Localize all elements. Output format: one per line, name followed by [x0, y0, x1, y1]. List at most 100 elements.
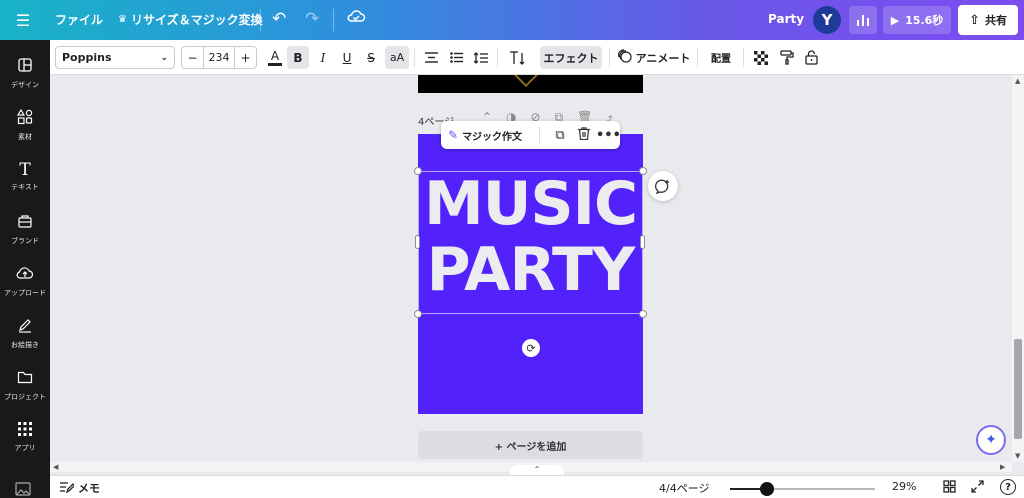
folder-icon [17, 369, 33, 388]
sidebar-item-projects[interactable]: プロジェクト [0, 360, 50, 410]
cloud-saved-icon[interactable] [346, 8, 366, 24]
text-direction-icon[interactable] [505, 46, 529, 69]
scroll-down-icon[interactable]: ▼ [1015, 452, 1020, 460]
resize-label: リサイズ＆マジック変換 [130, 13, 263, 27]
text-color-icon: A [270, 48, 280, 63]
scroll-left-icon[interactable]: ◀ [53, 463, 58, 471]
sidebar-item-label: ブランド [11, 236, 39, 245]
floating-context-toolbar: ✎ マジック作文 ⧉ ••• [441, 121, 621, 149]
divider [697, 48, 698, 67]
sidebar-item-brand[interactable]: ブランド [0, 204, 50, 254]
divider [539, 127, 540, 143]
list-icon[interactable] [445, 46, 467, 69]
notes-label: メモ [78, 482, 100, 495]
selection-box [418, 171, 643, 314]
resize-handle-top-left[interactable] [414, 167, 422, 175]
animate-icon [617, 49, 632, 66]
document-title[interactable]: Party [768, 12, 804, 26]
vertical-scroll-thumb[interactable] [1014, 339, 1022, 439]
bold-button[interactable]: B [287, 46, 309, 69]
sidebar-item-design[interactable]: デザイン [0, 48, 50, 98]
align-center-icon[interactable] [420, 46, 442, 69]
sidebar-item-draw[interactable]: お絵描き [0, 308, 50, 358]
sidebar-item-text[interactable]: T テキスト [0, 152, 50, 202]
font-family-select[interactable]: Poppins ⌄ [55, 46, 175, 69]
page-count[interactable]: 4/4ページ [659, 480, 709, 496]
font-size-decrease-button[interactable]: − [182, 47, 204, 68]
divider [260, 9, 261, 31]
zoom-level[interactable]: 29% [892, 480, 916, 493]
zoom-slider-handle[interactable] [759, 482, 774, 496]
scroll-right-icon[interactable]: ▶ [1000, 463, 1005, 471]
image-icon[interactable] [15, 482, 31, 498]
font-size-input[interactable]: 234 [204, 47, 234, 68]
italic-button[interactable]: I [312, 46, 334, 69]
top-bar: ☰ ファイル ♛ リサイズ＆マジック変換 ↶ ↷ Party Y ▶ 15.6秒… [0, 0, 1024, 40]
add-page-button[interactable]: + ページを追加 [418, 431, 643, 459]
underline-button[interactable]: U [336, 46, 358, 69]
trash-icon[interactable] [572, 126, 596, 144]
text-icon: T [19, 160, 31, 180]
font-size-stepper: − 234 + [181, 46, 257, 69]
share-button[interactable]: ⇧ 共有 [958, 5, 1018, 35]
position-button[interactable]: 配置 [706, 46, 736, 69]
chevron-down-icon: ⌄ [160, 52, 168, 63]
sidebar-item-upload[interactable]: アップロード [0, 256, 50, 306]
grid-view-icon[interactable] [943, 480, 956, 493]
sidebar-item-elements[interactable]: 素材 [0, 100, 50, 150]
paint-roller-icon[interactable] [776, 46, 798, 69]
notes-icon [60, 481, 76, 496]
magic-write-button[interactable]: ✎ マジック作文 [441, 128, 539, 143]
undo-icon[interactable]: ↶ [272, 9, 286, 29]
divider [609, 48, 610, 67]
fullscreen-icon[interactable] [971, 480, 984, 493]
lock-icon[interactable] [800, 46, 822, 69]
avatar[interactable]: Y [813, 6, 841, 34]
crown-icon: ♛ [118, 14, 127, 25]
previous-page-graphic [512, 75, 540, 93]
case-button[interactable]: aA [385, 46, 409, 69]
insights-icon[interactable] [849, 6, 877, 34]
line-spacing-icon[interactable] [470, 46, 492, 69]
sidebar-item-label: デザイン [11, 80, 39, 89]
rotate-icon[interactable]: ⟳ [522, 339, 540, 357]
strikethrough-button[interactable]: S [360, 46, 382, 69]
resize-handle-bottom-right[interactable] [639, 310, 647, 318]
present-button[interactable]: ▶ 15.6秒 [883, 6, 951, 34]
sidebar-item-apps[interactable]: アプリ [0, 412, 50, 462]
add-comment-icon[interactable] [648, 171, 678, 201]
transparency-icon[interactable] [750, 46, 772, 69]
share-icon: ⇧ [969, 12, 980, 28]
resize-handle-right[interactable] [640, 235, 645, 249]
animate-label: アニメート [635, 51, 691, 65]
duplicate-icon[interactable]: ⧉ [548, 128, 572, 143]
text-color-button[interactable]: A [265, 46, 285, 69]
resize-magic-button[interactable]: ♛ リサイズ＆マジック変換 [118, 11, 263, 28]
left-sidebar: デザイン 素材 T テキスト ブランド アップロード お絵描き プロジェクト ア… [0, 40, 50, 498]
menu-icon[interactable]: ☰ [12, 10, 34, 30]
resize-handle-bottom-left[interactable] [414, 310, 422, 318]
help-icon[interactable]: ? [1000, 479, 1016, 495]
file-menu-button[interactable]: ファイル [55, 11, 103, 28]
divider [497, 48, 498, 67]
notes-button[interactable]: メモ [60, 480, 100, 496]
magic-assistant-icon[interactable]: ✦ [976, 425, 1006, 455]
magic-write-label: マジック作文 [462, 131, 523, 143]
canvas-area[interactable]: 4ページ - ⌃◑⊘⧉🗑⤴ MUSIC PARTY ⟳ ✎ マジック作文 ⧉ •… [50, 75, 1012, 462]
resize-handle-left[interactable] [415, 235, 420, 249]
sidebar-item-label: テキスト [11, 183, 39, 191]
scroll-up-icon[interactable]: ▲ [1015, 77, 1020, 85]
divider [333, 9, 334, 31]
vertical-scrollbar[interactable]: ▲ ▼ [1012, 75, 1024, 462]
redo-icon[interactable]: ↷ [305, 9, 319, 29]
divider [414, 48, 415, 67]
expand-pages-icon[interactable]: ⌃ [510, 465, 564, 475]
font-size-increase-button[interactable]: + [234, 47, 256, 68]
more-options-icon[interactable]: ••• [596, 128, 621, 143]
zoom-slider[interactable] [730, 488, 875, 490]
play-icon: ▶ [890, 13, 900, 27]
effects-button[interactable]: エフェクト [540, 46, 602, 69]
animate-button[interactable]: アニメート [617, 46, 691, 69]
resize-handle-top-right[interactable] [639, 167, 647, 175]
share-label: 共有 [984, 14, 1007, 27]
